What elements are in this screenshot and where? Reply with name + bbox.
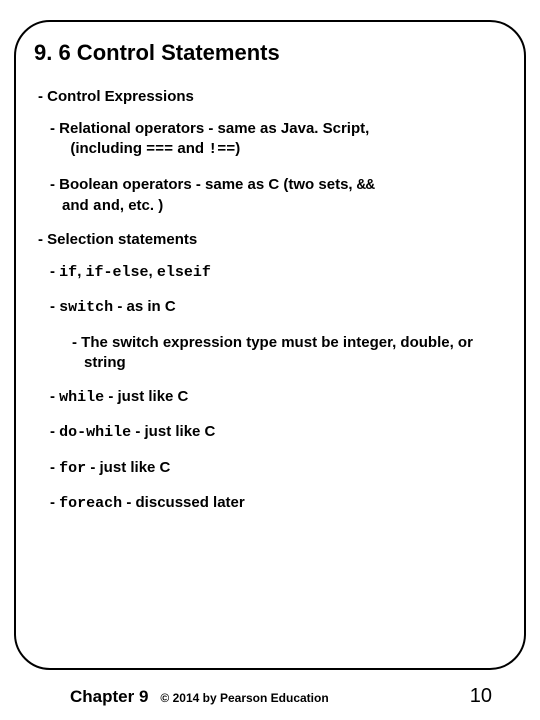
heading-control-expressions: - Control Expressions [38,88,506,105]
page-number: 10 [470,685,492,708]
code-switch: switch [59,299,113,316]
text: - just like C [86,459,170,476]
text: - [50,459,59,476]
text: - [50,494,59,511]
text: - Relational operators - same as Java. S… [50,120,369,137]
bullet-relational-operators: - Relational operators - same as Java. S… [50,119,506,161]
heading-selection-statements: - Selection statements [38,231,506,248]
slide-frame: 9. 6 Control Statements - Control Expres… [14,20,526,670]
text: and [62,197,93,214]
chapter-label: Chapter 9 [70,687,148,707]
text: and [173,140,208,157]
text: - just like C [131,423,215,440]
slide-title: 9. 6 Control Statements [34,40,506,66]
code-elseif: elseif [157,264,211,281]
text: , [149,263,157,280]
bullet-foreach: - foreach - discussed later [50,493,506,514]
text: - as in C [113,298,176,315]
text: - [50,423,59,440]
bullet-switch-note: - The switch expression type must be int… [72,333,506,374]
text: (including [70,140,146,157]
code-strict-equal: === [146,141,173,158]
code-and-word: and [93,198,120,215]
slide-footer: Chapter 9 © 2014 by Pearson Education 10 [0,685,540,708]
bullet-switch: - switch - as in C [50,297,506,318]
bullet-for: - for - just like C [50,458,506,479]
code-if: if [59,264,77,281]
text: , [77,263,85,280]
text: , etc. ) [120,197,163,214]
text: - [50,298,59,315]
code-strict-not-equal: !== [208,141,235,158]
text: - Boolean operators - same as C (two set… [50,176,357,193]
code-while: while [59,389,104,406]
bullet-while: - while - just like C [50,387,506,408]
code-for: for [59,460,86,477]
copyright-text: © 2014 by Pearson Education [160,691,328,705]
text: ) [235,140,240,157]
bullet-if-else: - if, if-else, elseif [50,262,506,283]
text: - [50,388,59,405]
text: - just like C [104,388,188,405]
code-if-else: if-else [86,264,149,281]
text: - [50,263,59,280]
bullet-do-while: - do-while - just like C [50,422,506,443]
code-foreach: foreach [59,495,122,512]
code-do-while: do-while [59,424,131,441]
bullet-boolean-operators: - Boolean operators - same as C (two set… [50,175,506,218]
text: - discussed later [122,494,245,511]
code-and-op: && [357,177,375,194]
footer-left: Chapter 9 © 2014 by Pearson Education [70,687,329,707]
